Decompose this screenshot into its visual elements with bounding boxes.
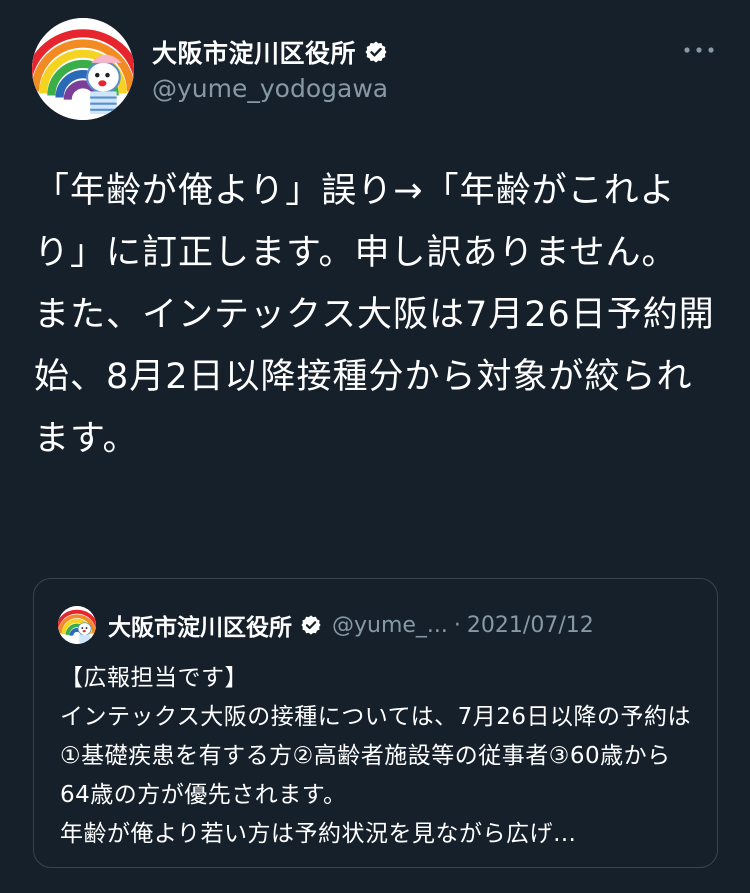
quoted-tweet-body-text: 【広報担当です】 インテックス大阪の接種については、7月26日以降の予約は①基礎… (60, 665, 692, 847)
quoted-author-handle: @yume_... (332, 612, 448, 638)
author-handle[interactable]: @yume_yodogawa (152, 74, 388, 103)
header-separator: · (453, 612, 461, 638)
rainbow-mascot-avatar-icon (32, 18, 134, 120)
quoted-author-display-name: 大阪市淀川区役所 (108, 615, 292, 641)
quoted-author-avatar (58, 606, 96, 644)
tweet-header: 大阪市淀川区役所 @yume_yodogawa (32, 18, 722, 120)
tweet-body-text: 「年齢が俺より」誤り→「年齢がこれより」に訂正します。申し訳ありません。 また、… (34, 171, 715, 459)
verified-badge-icon (300, 614, 322, 636)
rainbow-mascot-avatar-icon (58, 606, 96, 644)
more-options-icon[interactable] (682, 38, 716, 62)
quoted-tweet-card[interactable]: 大阪市淀川区役所 @yume_... · 2021/07/12 【広報担当です】… (33, 578, 718, 868)
quoted-tweet-header: 大阪市淀川区役所 @yume_... · 2021/07/12 (58, 605, 698, 645)
verified-badge-icon (364, 40, 388, 64)
author-name-row[interactable]: 大阪市淀川区役所 (152, 34, 388, 70)
author-display-name[interactable]: 大阪市淀川区役所 (152, 34, 356, 70)
quoted-tweet-date: 2021/07/12 (466, 612, 594, 638)
author-avatar[interactable] (32, 18, 134, 120)
